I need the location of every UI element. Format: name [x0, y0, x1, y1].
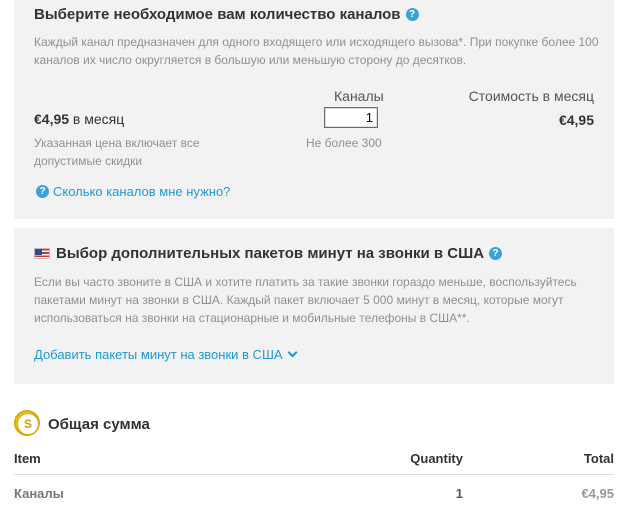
row-item: Каналы: [14, 486, 64, 501]
how-many-channels-link[interactable]: ? Сколько каналов мне нужно?: [36, 184, 230, 199]
us-packages-panel: Выбор дополнительных пакетов минут на зв…: [14, 228, 614, 384]
question-circle-icon[interactable]: ?: [405, 8, 419, 21]
total-title: Общая сумма: [48, 416, 150, 433]
column-header-item: Item: [14, 451, 41, 466]
monthly-cost-value: €4,95: [558, 112, 594, 128]
column-header-quantity: Quantity: [410, 451, 463, 466]
channels-limit: Не более 300: [306, 136, 382, 150]
monthly-cost-label: Стоимость в месяц: [468, 88, 594, 104]
add-us-packages-link[interactable]: Добавить пакеты минут на звонки в США: [34, 347, 297, 362]
channels-description: Каждый канал предназначен для одного вхо…: [34, 35, 599, 67]
packages-title: Выбор дополнительных пакетов минут на зв…: [34, 245, 503, 262]
price-note: Указанная цена включает все допустимые с…: [34, 136, 200, 168]
row-total: €4,95: [581, 486, 614, 501]
coin-icon: [14, 410, 40, 436]
question-circle-icon: ?: [36, 185, 49, 198]
channel-price: €4,95 в месяц: [34, 111, 125, 127]
channels-panel: Выберите необходимое вам количество кана…: [14, 0, 614, 219]
packages-description: Если вы часто звоните в США и хотите пла…: [34, 275, 577, 325]
row-quantity: 1: [455, 486, 463, 501]
channels-quantity-input[interactable]: [324, 107, 378, 128]
column-header-total: Total: [583, 451, 614, 466]
chevron-down-icon: [287, 347, 297, 358]
channels-column-label: Каналы: [334, 88, 384, 104]
us-flag-icon: [34, 248, 50, 259]
question-circle-icon[interactable]: ?: [489, 247, 503, 260]
table-divider: [14, 474, 614, 475]
channels-title: Выберите необходимое вам количество кана…: [34, 6, 419, 23]
